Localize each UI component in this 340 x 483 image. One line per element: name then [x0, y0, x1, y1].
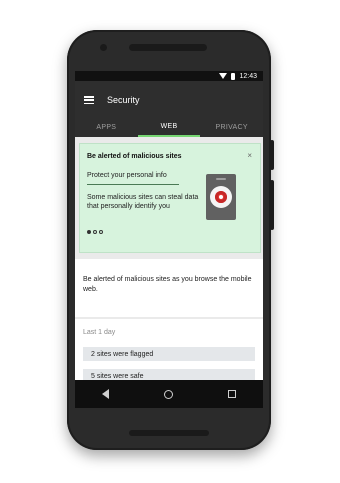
- page-dot-2[interactable]: [93, 230, 97, 234]
- wifi-icon: [219, 73, 228, 79]
- feature-description: Be alerted of malicious sites as you bro…: [83, 276, 252, 293]
- camera: [100, 44, 107, 51]
- power-button: [270, 140, 274, 170]
- card-title: Be alerted of malicious sites: [87, 153, 182, 160]
- app-title: Security: [107, 95, 140, 105]
- navigation-bar: [75, 380, 263, 408]
- close-icon[interactable]: ×: [247, 151, 252, 160]
- status-time: 12:43: [239, 72, 257, 80]
- app-bar: Security APPS WEB PRIVACY: [75, 81, 263, 137]
- speaker-grille: [129, 430, 209, 436]
- phone-frame: 12:43 Security APPS WEB PRIVACY Be alert…: [67, 30, 274, 450]
- history-label: Last 1 day: [83, 329, 116, 336]
- description-panel: Be alerted of malicious sites as you bro…: [75, 259, 263, 317]
- phone-eye-icon: [206, 174, 236, 220]
- row-text: 2 sites were flagged: [91, 350, 154, 358]
- tab-apps[interactable]: APPS: [75, 117, 138, 137]
- flagged-sites-row[interactable]: 2 sites were flagged: [83, 347, 255, 361]
- tab-privacy[interactable]: PRIVACY: [200, 117, 263, 137]
- status-bar: 12:43: [75, 71, 263, 81]
- card-divider: [87, 184, 179, 185]
- card-subtitle: Protect your personal info: [87, 172, 167, 179]
- nav-recent-icon[interactable]: [227, 390, 236, 398]
- earpiece: [129, 44, 207, 51]
- nav-home-icon[interactable]: [163, 389, 173, 399]
- row-text: 5 sites were safe: [91, 372, 144, 380]
- card-body: Some malicious sites can steal data that…: [87, 194, 199, 210]
- content-area: Be alerted of malicious sites × Protect …: [75, 137, 263, 408]
- info-card[interactable]: Be alerted of malicious sites × Protect …: [79, 143, 261, 253]
- page-dot-3[interactable]: [99, 230, 103, 234]
- battery-icon: [231, 72, 236, 80]
- screen: 12:43 Security APPS WEB PRIVACY Be alert…: [75, 71, 263, 408]
- nav-back-icon[interactable]: [102, 389, 110, 399]
- page-indicator[interactable]: [87, 230, 103, 234]
- tab-web[interactable]: WEB: [137, 117, 201, 137]
- tab-bar: APPS WEB PRIVACY: [75, 117, 263, 137]
- volume-button: [270, 180, 274, 230]
- hamburger-menu-icon[interactable]: [84, 96, 94, 104]
- page-dot-1[interactable]: [87, 230, 91, 234]
